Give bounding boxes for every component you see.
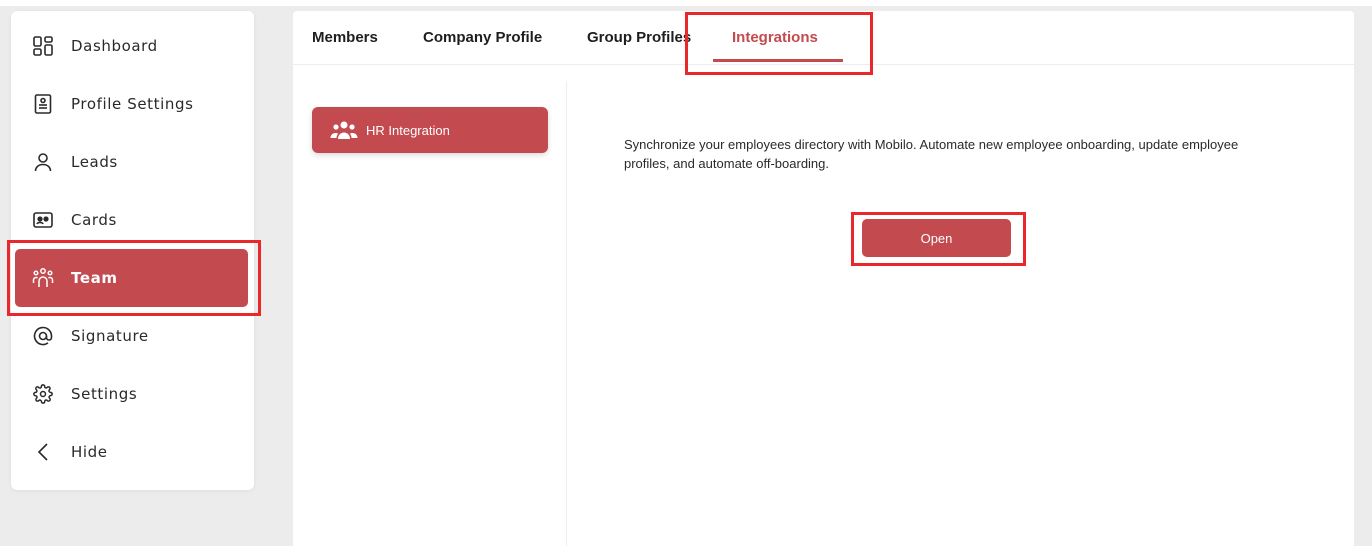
hr-integration-label: HR Integration xyxy=(366,122,450,138)
integration-description: Synchronize your employees directory wit… xyxy=(624,137,1239,171)
profile-card-icon xyxy=(31,92,55,116)
id-card-icon xyxy=(31,208,55,232)
sidebar-item-profile-settings[interactable]: Profile Settings xyxy=(15,75,248,133)
top-strip xyxy=(0,0,1372,6)
sidebar-item-team[interactable]: Team xyxy=(15,249,248,307)
sidebar-item-label: Cards xyxy=(71,211,117,229)
sidebar-item-label: Hide xyxy=(71,443,108,461)
active-tab-indicator xyxy=(713,59,843,62)
sidebar-item-cards[interactable]: Cards xyxy=(15,191,248,249)
sidebar: Dashboard Profile Settings Leads Cards T… xyxy=(11,11,254,490)
sidebar-item-hide[interactable]: Hide xyxy=(15,423,248,481)
tab-bar: Members Company Profile Group Profiles I… xyxy=(293,11,1354,65)
dashboard-icon xyxy=(31,34,55,58)
team-icon xyxy=(31,266,55,290)
sidebar-item-label: Team xyxy=(71,269,118,287)
integrations-list: HR Integration xyxy=(293,81,567,546)
chevron-left-icon xyxy=(31,440,55,464)
at-sign-icon xyxy=(31,324,55,348)
tab-integrations[interactable]: Integrations xyxy=(732,29,818,46)
hr-integration-button[interactable]: HR Integration xyxy=(312,107,548,153)
user-icon xyxy=(31,150,55,174)
open-button[interactable]: Open xyxy=(862,219,1011,257)
main-panel: Members Company Profile Group Profiles I… xyxy=(293,11,1354,546)
sidebar-item-label: Signature xyxy=(71,327,149,345)
sidebar-item-signature[interactable]: Signature xyxy=(15,307,248,365)
tab-company-profile[interactable]: Company Profile xyxy=(423,29,542,46)
gear-icon xyxy=(31,382,55,406)
sidebar-item-label: Settings xyxy=(71,385,138,403)
sidebar-item-leads[interactable]: Leads xyxy=(15,133,248,191)
sidebar-item-settings[interactable]: Settings xyxy=(15,365,248,423)
sidebar-item-label: Leads xyxy=(71,153,118,171)
sidebar-item-label: Profile Settings xyxy=(71,95,194,113)
tab-group-profiles[interactable]: Group Profiles xyxy=(587,29,691,46)
sidebar-item-dashboard[interactable]: Dashboard xyxy=(15,17,248,75)
tab-members[interactable]: Members xyxy=(312,29,378,46)
group-icon xyxy=(330,120,358,140)
sidebar-item-label: Dashboard xyxy=(71,37,158,55)
